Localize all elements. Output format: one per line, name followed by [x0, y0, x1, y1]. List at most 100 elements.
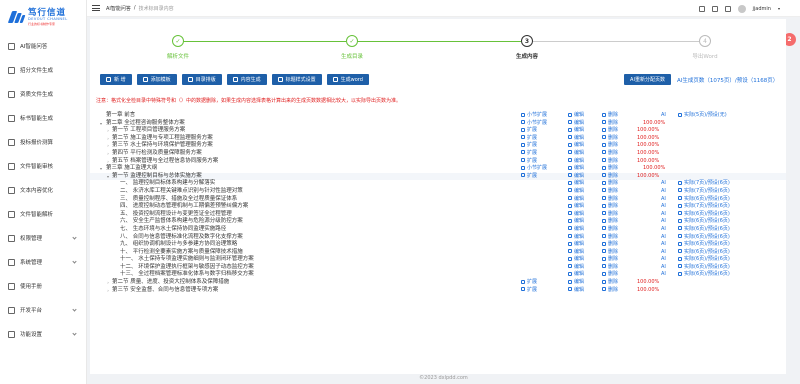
- delete-link[interactable]: 删除: [602, 112, 618, 120]
- page-count-link[interactable]: 实际(6页)/预设(6页): [678, 218, 730, 226]
- expand-link[interactable]: 扩展: [521, 150, 537, 158]
- sidebar-item[interactable]: 系统管理: [0, 250, 86, 274]
- page-count-link[interactable]: 实际(5页)/预设(无): [678, 112, 727, 120]
- edit-link[interactable]: 编辑: [568, 234, 584, 242]
- search-icon[interactable]: [698, 5, 705, 12]
- toolbar-button[interactable]: 标题样式设置: [271, 74, 322, 85]
- page-count-link[interactable]: 实际(7页)/预设(6页): [678, 180, 730, 188]
- font-size-icon[interactable]: [724, 5, 731, 12]
- ai-generate-link[interactable]: AI: [661, 264, 666, 272]
- delete-link[interactable]: 删除: [602, 203, 618, 211]
- sidebar-item[interactable]: 开发平台: [0, 298, 86, 322]
- ai-generate-link[interactable]: AI: [661, 203, 666, 211]
- tree-toggle-icon[interactable]: ›: [106, 127, 110, 135]
- edit-link[interactable]: 编辑: [568, 271, 584, 279]
- tree-toggle-icon[interactable]: ▾: [99, 120, 103, 128]
- ai-generate-link[interactable]: AI: [661, 271, 666, 279]
- sub-expand-link[interactable]: 小节扩展: [521, 112, 547, 120]
- ai-generate-link[interactable]: AI: [661, 234, 666, 242]
- expand-link[interactable]: 扩展: [521, 142, 537, 150]
- ai-generate-link[interactable]: AI: [661, 249, 666, 257]
- edit-link[interactable]: 编辑: [568, 142, 584, 150]
- ai-generate-link[interactable]: AI: [661, 112, 666, 120]
- delete-link[interactable]: 删除: [602, 241, 618, 249]
- delete-link[interactable]: 删除: [602, 142, 618, 150]
- tree-toggle-icon[interactable]: ▾: [106, 173, 110, 181]
- delete-link[interactable]: 删除: [602, 279, 618, 287]
- delete-link[interactable]: 删除: [602, 196, 618, 204]
- delete-link[interactable]: 删除: [602, 226, 618, 234]
- edit-link[interactable]: 编辑: [568, 279, 584, 287]
- username[interactable]: jjadmin: [753, 6, 771, 12]
- sidebar-item[interactable]: 使用手册: [0, 274, 86, 298]
- expand-link[interactable]: 扩展: [521, 279, 537, 287]
- page-count-link[interactable]: 实际(6页)/预设(6页): [678, 241, 730, 249]
- edit-link[interactable]: 编辑: [568, 287, 584, 295]
- tree-toggle-icon[interactable]: ›: [106, 135, 110, 143]
- delete-link[interactable]: 删除: [602, 287, 618, 295]
- sidebar-item[interactable]: 资质文件生成: [0, 82, 86, 106]
- edit-link[interactable]: 编辑: [568, 180, 584, 188]
- sidebar-item[interactable]: 权限管理: [0, 226, 86, 250]
- ai-generate-link[interactable]: AI: [661, 188, 666, 196]
- tree-toggle-icon[interactable]: ›: [106, 142, 110, 150]
- delete-link[interactable]: 删除: [602, 188, 618, 196]
- page-count-link[interactable]: 实际(6页)/预设(6页): [678, 271, 730, 279]
- sidebar-item[interactable]: 文件智能审核: [0, 154, 86, 178]
- tree-toggle-icon[interactable]: ›: [106, 150, 110, 158]
- sidebar-item[interactable]: 功能设置: [0, 322, 86, 346]
- delete-link[interactable]: 删除: [602, 218, 618, 226]
- edit-link[interactable]: 编辑: [568, 112, 584, 120]
- delete-link[interactable]: 删除: [602, 234, 618, 242]
- edit-link[interactable]: 编辑: [568, 218, 584, 226]
- edit-link[interactable]: 编辑: [568, 241, 584, 249]
- expand-link[interactable]: 扩展: [521, 287, 537, 295]
- menu-toggle-icon[interactable]: [92, 5, 100, 11]
- ai-generate-link[interactable]: AI: [661, 211, 666, 219]
- sidebar-item[interactable]: 标书智能生成: [0, 106, 86, 130]
- edit-link[interactable]: 编辑: [568, 256, 584, 264]
- sidebar-item[interactable]: 招分文件生成: [0, 58, 86, 82]
- edit-link[interactable]: 编辑: [568, 188, 584, 196]
- ai-generate-link[interactable]: AI: [661, 226, 666, 234]
- user-menu-chevron-icon[interactable]: ▾: [778, 6, 780, 11]
- toolbar-button[interactable]: 添加模板: [136, 74, 177, 85]
- page-count-link[interactable]: 实际(6页)/预设(6页): [678, 234, 730, 242]
- expand-link[interactable]: 扩展: [521, 173, 537, 181]
- edit-link[interactable]: 编辑: [568, 203, 584, 211]
- page-count-link[interactable]: 实际(7页)/预设(6页): [678, 188, 730, 196]
- delete-link[interactable]: 删除: [602, 165, 618, 173]
- ai-generate-link[interactable]: AI: [661, 218, 666, 226]
- toolbar-button[interactable]: 生成word: [326, 74, 369, 85]
- avatar[interactable]: [737, 4, 746, 13]
- toolbar-button[interactable]: 目录排版: [181, 74, 222, 85]
- delete-link[interactable]: 删除: [602, 271, 618, 279]
- ai-reassign-pages-button[interactable]: AI重新分配页数: [624, 74, 671, 85]
- page-count-link[interactable]: 实际(6页)/预设(6页): [678, 256, 730, 264]
- tree-toggle-icon[interactable]: ›: [106, 287, 110, 295]
- tree-toggle-icon[interactable]: ›: [106, 279, 110, 287]
- sidebar-item[interactable]: AI智能问答: [0, 34, 86, 58]
- delete-link[interactable]: 删除: [602, 256, 618, 264]
- toolbar-button[interactable]: 内容生成: [226, 74, 267, 85]
- sidebar-item[interactable]: 文本内容优化: [0, 178, 86, 202]
- sidebar-item[interactable]: 文件智能解析: [0, 202, 86, 226]
- edit-link[interactable]: 编辑: [568, 127, 584, 135]
- delete-link[interactable]: 删除: [602, 150, 618, 158]
- sub-expand-link[interactable]: 小节扩展: [521, 165, 547, 173]
- fullscreen-icon[interactable]: [711, 5, 718, 12]
- page-count-link[interactable]: 实际(7页)/预设(6页): [678, 203, 730, 211]
- edit-link[interactable]: 编辑: [568, 196, 584, 204]
- breadcrumb-item[interactable]: AI智能问答: [106, 5, 131, 12]
- edit-link[interactable]: 编辑: [568, 165, 584, 173]
- edit-link[interactable]: 编辑: [568, 150, 584, 158]
- delete-link[interactable]: 删除: [602, 180, 618, 188]
- edit-link[interactable]: 编辑: [568, 226, 584, 234]
- ai-generate-link[interactable]: AI: [661, 180, 666, 188]
- page-count-link[interactable]: 实际(6页)/预设(6页): [678, 226, 730, 234]
- ai-generate-link[interactable]: AI: [661, 196, 666, 204]
- ai-generate-link[interactable]: AI: [661, 256, 666, 264]
- page-count-link[interactable]: 实际(6页)/预设(6页): [678, 196, 730, 204]
- ai-generate-link[interactable]: AI: [661, 241, 666, 249]
- sidebar-item[interactable]: 投标报价测算: [0, 130, 86, 154]
